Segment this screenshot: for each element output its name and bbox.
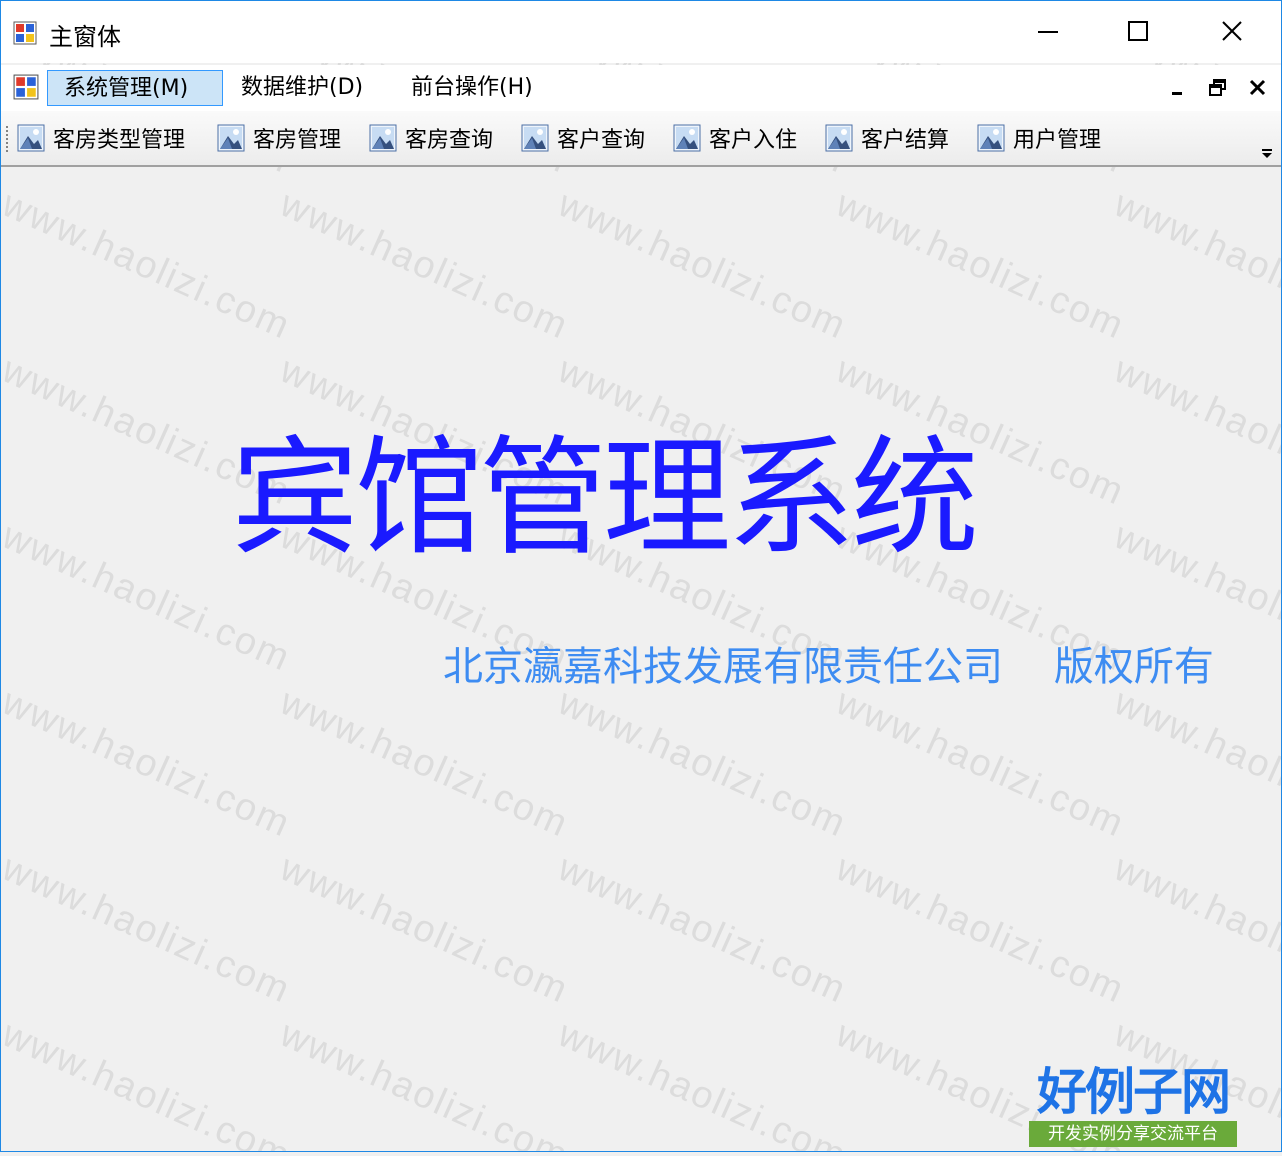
toolbar-button[interactable]: 客户查询 [521,119,645,157]
toolbar-button-label: 客户结算 [861,128,950,153]
toolbar-button-label: 客房类型管理 [53,128,186,153]
toolbar-button[interactable]: 客户结算 [825,119,949,157]
image-icon [17,124,45,152]
watermark-text: www.haolizi.com [273,183,575,348]
main-window: www.haolizi.com www.haolizi.com www.haoliz… [0,0,1282,1152]
menu-front-desk[interactable]: 前台操作(H) [395,70,549,106]
toolbar: 客房类型管理 客房管理 客房查询 客户查询 客户入住 客户结算 用户管理 [1,111,1281,167]
toolbar-overflow-icon[interactable] [1259,145,1275,161]
watermark-text: www.haolizi.com [1107,847,1281,1012]
watermark-layer: www.haolizi.com www.haolizi.com www.haoliz… [1,1,1281,1151]
window-title: 主窗体 [49,23,121,51]
watermark-text: www.haolizi.com [551,847,853,1012]
image-icon [977,124,1005,152]
image-icon [825,124,853,152]
watermark-text: www.haolizi.com [551,1013,853,1151]
watermark-text: www.haolizi.com [1,681,297,846]
title-bar[interactable]: 主窗体 [1,1,1281,63]
menu-bar: 系统管理(M) 数据维护(D) 前台操作(H) [1,65,1281,111]
toolbar-button[interactable]: 客户入住 [673,119,797,157]
maximize-icon[interactable] [1115,9,1161,53]
watermark-text: www.haolizi.com [829,183,1131,348]
toolbar-button[interactable]: 用户管理 [977,119,1101,157]
toolbar-button[interactable]: 客房类型管理 [17,119,185,157]
logo-subtitle: 开发实例分享交流平台 [1029,1121,1237,1147]
menu-system-management[interactable]: 系统管理(M) [47,70,223,106]
menu-data-maintenance[interactable]: 数据维护(D) [225,70,379,106]
toolbar-button-label: 客房管理 [253,128,342,153]
mdi-child-icon[interactable] [13,74,39,100]
watermark-text: www.haolizi.com [273,681,575,846]
toolbar-button[interactable]: 客房管理 [217,119,341,157]
close-icon[interactable] [1209,9,1255,53]
watermark-text: www.haolizi.com [1107,183,1281,348]
image-icon [521,124,549,152]
minimize-icon[interactable] [1025,9,1071,53]
watermark-text: www.haolizi.com [829,847,1131,1012]
toolbar-button-label: 客户查询 [557,128,646,153]
app-icon [13,21,37,45]
watermark-text: www.haolizi.com [829,681,1131,846]
image-icon [217,124,245,152]
watermark-text: www.haolizi.com [273,847,575,1012]
watermark-text: www.haolizi.com [1,847,297,1012]
watermark-text: www.haolizi.com [1,183,297,348]
mdi-minimize-icon[interactable] [1167,77,1189,99]
mdi-close-icon[interactable] [1247,77,1269,99]
image-icon [673,124,701,152]
watermark-text: www.haolizi.com [273,1013,575,1151]
image-icon [369,124,397,152]
mdi-restore-icon[interactable] [1207,77,1229,99]
toolbar-grip[interactable] [5,125,9,153]
logo-title: 好例子网 [1037,1062,1231,1121]
toolbar-button[interactable]: 客房查询 [369,119,493,157]
copyright-text: 北京瀛嘉科技发展有限责任公司 版权所有 [443,644,1214,690]
app-main-title: 宾馆管理系统 [231,424,979,573]
watermark-text: www.haolizi.com [1,1013,297,1151]
toolbar-button-label: 用户管理 [1013,128,1102,153]
watermark-text: www.haolizi.com [551,183,853,348]
watermark-text: www.haolizi.com [1107,349,1281,514]
toolbar-button-label: 客户入住 [709,128,798,153]
site-logo: 好例子网 开发实例分享交流平台 [1027,1063,1239,1149]
watermark-text: www.haolizi.com [551,681,853,846]
watermark-text: www.haolizi.com [1107,681,1281,846]
toolbar-button-label: 客房查询 [405,128,494,153]
